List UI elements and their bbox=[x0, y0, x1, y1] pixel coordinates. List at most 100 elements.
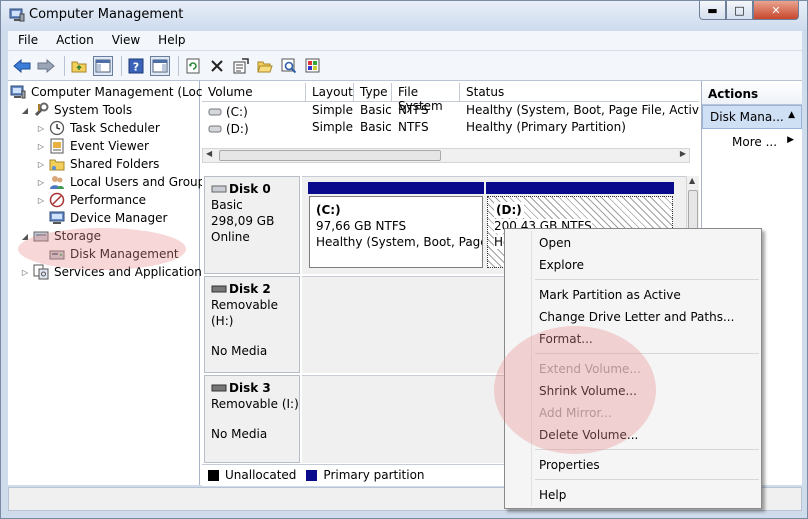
tree-item-label: Local Users and Groups bbox=[70, 175, 212, 189]
drive-icon bbox=[208, 125, 222, 132]
volume-row-c[interactable]: (C:) Simple Basic NTFS Healthy (System, … bbox=[202, 103, 699, 120]
help-icon: ? bbox=[128, 58, 144, 73]
disk-2-label[interactable]: Disk 2 Removable (H:) No Media bbox=[204, 276, 300, 373]
submenu-arrow-icon: ▶ bbox=[787, 135, 794, 145]
forward-button[interactable] bbox=[36, 56, 56, 76]
tree-item-local-users[interactable]: ▷ Local Users and Groups bbox=[36, 173, 212, 191]
disk-status: No Media bbox=[211, 344, 268, 358]
search-button[interactable] bbox=[279, 56, 299, 76]
expand-arrow-icon[interactable]: ▷ bbox=[20, 268, 30, 277]
menu-view[interactable]: View bbox=[102, 31, 148, 50]
menu-item-properties[interactable]: Properties bbox=[539, 458, 600, 472]
up-one-level-button[interactable] bbox=[69, 56, 89, 76]
menu-item-shrink-volume[interactable]: Shrink Volume... bbox=[539, 384, 637, 398]
help-button[interactable]: ? bbox=[126, 56, 146, 76]
disk-icon bbox=[211, 185, 227, 193]
column-header-layout[interactable]: Layout bbox=[306, 83, 354, 102]
menu-item-format[interactable]: Format... bbox=[539, 332, 593, 346]
disk-name: Disk 3 bbox=[229, 381, 271, 395]
disk-type: Basic bbox=[211, 198, 243, 212]
menu-item-explore[interactable]: Explore bbox=[539, 258, 584, 272]
more-actions-label: More ... bbox=[732, 135, 778, 149]
column-header-type[interactable]: Type bbox=[354, 83, 392, 102]
open-button[interactable] bbox=[255, 56, 275, 76]
tree-item-shared-folders[interactable]: ▷ Shared Folders bbox=[36, 155, 159, 173]
expand-arrow-icon[interactable]: ▷ bbox=[36, 124, 46, 133]
tree-item-label: Performance bbox=[70, 193, 147, 207]
collapse-arrow-icon[interactable]: ◢ bbox=[20, 232, 30, 241]
tree-item-services-applications[interactable]: ▷ Services and Applications bbox=[20, 263, 208, 281]
menu-action[interactable]: Action bbox=[46, 31, 102, 50]
menu-item-change-drive-letter[interactable]: Change Drive Letter and Paths... bbox=[539, 310, 734, 324]
export-button[interactable] bbox=[303, 56, 323, 76]
tree-item-event-viewer[interactable]: ▷ Event Viewer bbox=[36, 137, 149, 155]
delete-button[interactable] bbox=[207, 56, 227, 76]
scroll-up-arrow-icon[interactable]: ▲ bbox=[689, 176, 695, 185]
volume-row-d[interactable]: (D:) Simple Basic NTFS Healthy (Primary … bbox=[202, 120, 699, 137]
collapse-arrow-icon[interactable]: ◢ bbox=[20, 106, 30, 115]
menu-file[interactable]: File bbox=[8, 31, 46, 50]
volume-layout: Simple bbox=[312, 120, 353, 134]
scroll-right-arrow-icon[interactable]: ▶ bbox=[680, 149, 686, 158]
tree-item-performance[interactable]: ▷ Performance bbox=[36, 191, 146, 209]
scroll-left-arrow-icon[interactable]: ◀ bbox=[206, 149, 212, 158]
menu-item-help[interactable]: Help bbox=[539, 488, 566, 502]
title-bar[interactable]: Computer Management ▬ □ ✕ bbox=[1, 1, 807, 31]
expand-arrow-icon[interactable]: ▷ bbox=[36, 160, 46, 169]
column-header-file-system[interactable]: File System bbox=[392, 83, 460, 113]
partition-size: 97,66 GB NTFS bbox=[316, 219, 407, 233]
properties-button[interactable] bbox=[231, 56, 251, 76]
disk-3-label[interactable]: Disk 3 Removable (I:) No Media bbox=[204, 375, 300, 463]
legend-primary: Primary partition bbox=[323, 468, 425, 482]
performance-icon bbox=[49, 192, 65, 208]
column-header-volume[interactable]: Volume bbox=[202, 83, 306, 102]
volume-type: Basic bbox=[360, 103, 392, 117]
search-icon bbox=[281, 58, 297, 73]
expand-arrow-icon[interactable]: ▷ bbox=[36, 142, 46, 151]
disk-name: Disk 0 bbox=[229, 182, 271, 196]
tree-item-disk-management[interactable]: Disk Management bbox=[49, 245, 179, 263]
tree-item-storage[interactable]: ◢ Storage bbox=[20, 227, 101, 245]
disk-0-label[interactable]: Disk 0 Basic 298,09 GB Online bbox=[204, 176, 300, 274]
close-button[interactable]: ✕ bbox=[753, 1, 799, 20]
partition-d-bar bbox=[486, 182, 674, 194]
menu-item-add-mirror: Add Mirror... bbox=[539, 406, 612, 420]
minimize-button[interactable]: ▬ bbox=[699, 1, 726, 20]
tree-item-system-tools[interactable]: ◢ System Tools bbox=[20, 101, 132, 119]
partition-c[interactable]: (C:) 97,66 GB NTFS Healthy (System, Boot… bbox=[309, 196, 483, 268]
refresh-button[interactable] bbox=[183, 56, 203, 76]
show-hide-action-pane-button[interactable] bbox=[150, 55, 170, 76]
tree-item-label: System Tools bbox=[54, 103, 133, 117]
expand-arrow-icon[interactable]: ▷ bbox=[36, 178, 46, 187]
tree-item-task-scheduler[interactable]: ▷ Task Scheduler bbox=[36, 119, 160, 137]
tree-item-computer-management[interactable]: Computer Management (Local bbox=[10, 83, 213, 101]
properties-icon bbox=[233, 57, 249, 73]
device-manager-icon bbox=[49, 210, 65, 226]
primary-partition-swatch bbox=[306, 469, 318, 481]
scrollbar-thumb[interactable] bbox=[219, 150, 441, 161]
menu-separator bbox=[535, 353, 759, 354]
volume-type: Basic bbox=[360, 120, 392, 134]
back-arrow-icon bbox=[13, 58, 31, 73]
removable-disk-icon bbox=[211, 285, 227, 293]
expand-arrow-icon[interactable]: ▷ bbox=[36, 196, 46, 205]
volume-list-horizontal-scrollbar[interactable]: ◀ ▶ bbox=[202, 148, 690, 163]
tree-item-device-manager[interactable]: Device Manager bbox=[49, 209, 167, 227]
close-icon: ✕ bbox=[771, 3, 781, 17]
menu-item-open[interactable]: Open bbox=[539, 236, 571, 250]
tree-item-label: Task Scheduler bbox=[70, 121, 160, 135]
menu-item-mark-active[interactable]: Mark Partition as Active bbox=[539, 288, 681, 302]
partition-label: (D:) bbox=[494, 202, 524, 218]
show-hide-tree-icon bbox=[95, 59, 111, 72]
forward-arrow-icon bbox=[37, 58, 55, 73]
column-header-status[interactable]: Status bbox=[460, 83, 699, 102]
menu-help[interactable]: Help bbox=[148, 31, 193, 50]
back-button[interactable] bbox=[12, 56, 32, 76]
show-hide-console-tree-button[interactable] bbox=[93, 55, 113, 76]
maximize-button[interactable]: □ bbox=[726, 1, 753, 20]
more-actions-link[interactable]: More ... ▶ bbox=[702, 129, 802, 149]
disk-spacer bbox=[211, 412, 299, 426]
menu-item-delete-volume[interactable]: Delete Volume... bbox=[539, 428, 638, 442]
disk-status: Online bbox=[211, 230, 250, 244]
actions-section-disk-management[interactable]: Disk Mana... ▲ bbox=[702, 105, 802, 129]
